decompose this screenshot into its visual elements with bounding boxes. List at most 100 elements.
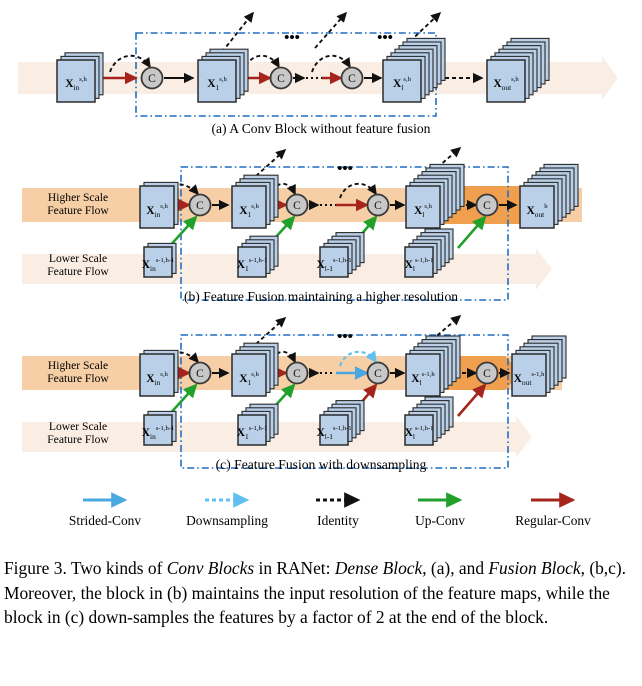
figure-container: ••• ••• Xins,h X1s,h Xls,h Xouts,h C C C (a) A Co…: [0, 0, 642, 686]
label-subscript: in: [150, 432, 156, 441]
label-superscript: s-1,h-1: [415, 257, 434, 264]
flow-label-line: Feature Flow: [47, 372, 109, 385]
identity-out-arrow: [255, 316, 287, 345]
caption-emphasis: Dense Block: [334, 558, 423, 578]
identity-out-arrow: [255, 148, 287, 177]
feature-map-x-in: Xins,h: [139, 181, 179, 229]
label-superscript: s,h: [251, 371, 259, 378]
concat-node-label: C: [374, 368, 382, 380]
label-superscript: s,h: [160, 371, 168, 378]
legend-label-strided-conv: Strided-Conv: [69, 513, 141, 528]
legend-label-regular-conv: Regular-Conv: [515, 513, 591, 528]
label-superscript: s-1,h: [531, 371, 545, 378]
label-subscript: 1: [248, 378, 252, 387]
ellipsis: •••: [337, 329, 353, 345]
lower-scale-flow-label: Lower Scale Feature Flow: [47, 420, 109, 446]
label-subscript: 1: [248, 210, 252, 219]
concat-node-label: C: [483, 200, 491, 212]
label-superscript: s-1,h-1: [415, 425, 434, 432]
legend-item-up-conv: Up-Conv: [415, 492, 465, 528]
panel-a: ••• •••Xins,h X1s,h Xls,h Xouts,hC C C(a) A Co…: [18, 11, 618, 137]
concat-node: C: [340, 66, 364, 90]
legend-label-downsampling: Downsampling: [186, 513, 268, 528]
legend-label-up-conv: Up-Conv: [415, 513, 465, 528]
feature-map-x-in: Xins,h: [139, 349, 179, 397]
concat-node: C: [475, 361, 499, 385]
legend-item-regular-conv: Regular-Conv: [515, 492, 591, 528]
legend-item-downsampling: Downsampling: [186, 492, 268, 528]
flow-label-line: Feature Flow: [47, 204, 109, 217]
concat-node-label: C: [196, 200, 204, 212]
figure-svg: ••• •••Xins,h X1s,h Xls,h Xouts,hC C C(a) A Co…: [18, 11, 618, 528]
label-subscript: l-1: [325, 432, 334, 441]
label-subscript: l: [413, 432, 415, 441]
panel-c-caption: (c) Feature Fusion with downsampling: [216, 457, 427, 473]
lower-scale-flow-label: Lower Scale Feature Flow: [47, 252, 109, 278]
caption-text: Figure 3. Two kinds of: [4, 558, 167, 578]
concat-node: C: [140, 66, 164, 90]
feature-map-front: [56, 59, 96, 103]
feature-map-front: [405, 185, 441, 229]
panel-b: Higher Scale Feature FlowLower Scale Featu…: [22, 147, 582, 305]
caption-text: in RANet:: [254, 558, 335, 578]
caption-emphasis: Fusion Block: [488, 558, 581, 578]
feature-map-front: [139, 185, 175, 229]
concat-node: C: [188, 193, 212, 217]
legend-item-identity: Identity: [316, 492, 361, 528]
concat-node: C: [285, 361, 309, 385]
label-subscript: out: [522, 378, 532, 387]
concat-node-label: C: [148, 73, 156, 85]
label-superscript: s-1,h-1: [156, 257, 175, 264]
label-superscript: s,h: [160, 203, 168, 210]
label-superscript: s,h: [511, 76, 519, 83]
panel-a-caption: (a) A Conv Block without feature fusion: [212, 121, 431, 137]
flow-label-line: Lower Scale: [49, 252, 107, 265]
label-superscript: s-1,h: [422, 371, 436, 378]
label-subscript: 1: [216, 83, 220, 92]
label-subscript: 1: [245, 432, 249, 441]
label-subscript: in: [74, 83, 80, 92]
label-subscript: in: [155, 210, 161, 219]
label-subscript: in: [155, 378, 161, 387]
legend-label-identity: Identity: [317, 513, 359, 528]
label-superscript: s,h: [251, 203, 259, 210]
flow-label-line: Feature Flow: [47, 265, 109, 278]
flow-label-line: Feature Flow: [47, 433, 109, 446]
legend: Strided-Conv Downsampling Identity Up-Conv R…: [69, 492, 591, 528]
label-superscript: s-1,h-1: [333, 425, 352, 432]
concat-node-label: C: [293, 368, 301, 380]
feature-map-x-in-lower: Xins-1,h-1: [142, 410, 177, 446]
label-subscript: l: [401, 83, 403, 92]
label-superscript: s,h: [219, 76, 227, 83]
label-superscript: s-1,h-1: [249, 425, 268, 432]
feature-map-front: [382, 59, 422, 103]
concat-node: C: [475, 193, 499, 217]
feature-map-x-in-lower: Xins-1,h-1: [142, 242, 177, 278]
ellipsis: •••: [337, 161, 353, 177]
ellipsis: •••: [284, 30, 300, 46]
caption-emphasis: Conv Blocks: [166, 558, 255, 578]
panel-b-caption: (b) Feature Fusion maintaining a higher …: [184, 289, 458, 305]
label-superscript: s,h: [79, 76, 87, 83]
feature-map-front: [231, 353, 267, 397]
label-subscript: 1: [245, 264, 249, 273]
label-superscript: s-1,h-1: [333, 257, 352, 264]
label-subscript: out: [535, 210, 545, 219]
caption-text: , (a), and: [422, 558, 489, 578]
figure-caption: Figure 3. Two kinds of Conv Blocks in RA…: [4, 556, 638, 630]
feature-map-x-1: X1s,h: [197, 48, 249, 103]
concat-node: C: [285, 193, 309, 217]
higher-scale-flow-label: Higher Scale Feature Flow: [47, 191, 109, 217]
label-subscript: in: [150, 264, 156, 273]
concat-node-label: C: [277, 73, 285, 85]
label-subscript: l-1: [325, 264, 334, 273]
concat-node: C: [188, 361, 212, 385]
label-superscript: s-1,h-1: [156, 425, 175, 432]
panel-c: Higher Scale Feature FlowLower Scale Featu…: [22, 315, 567, 473]
label-subscript: l: [420, 378, 422, 387]
label-subscript: out: [502, 83, 512, 92]
label-superscript: s,h: [403, 76, 411, 83]
concat-node: C: [269, 66, 293, 90]
feature-map-front: [519, 185, 555, 229]
label-subscript: l: [422, 210, 424, 219]
